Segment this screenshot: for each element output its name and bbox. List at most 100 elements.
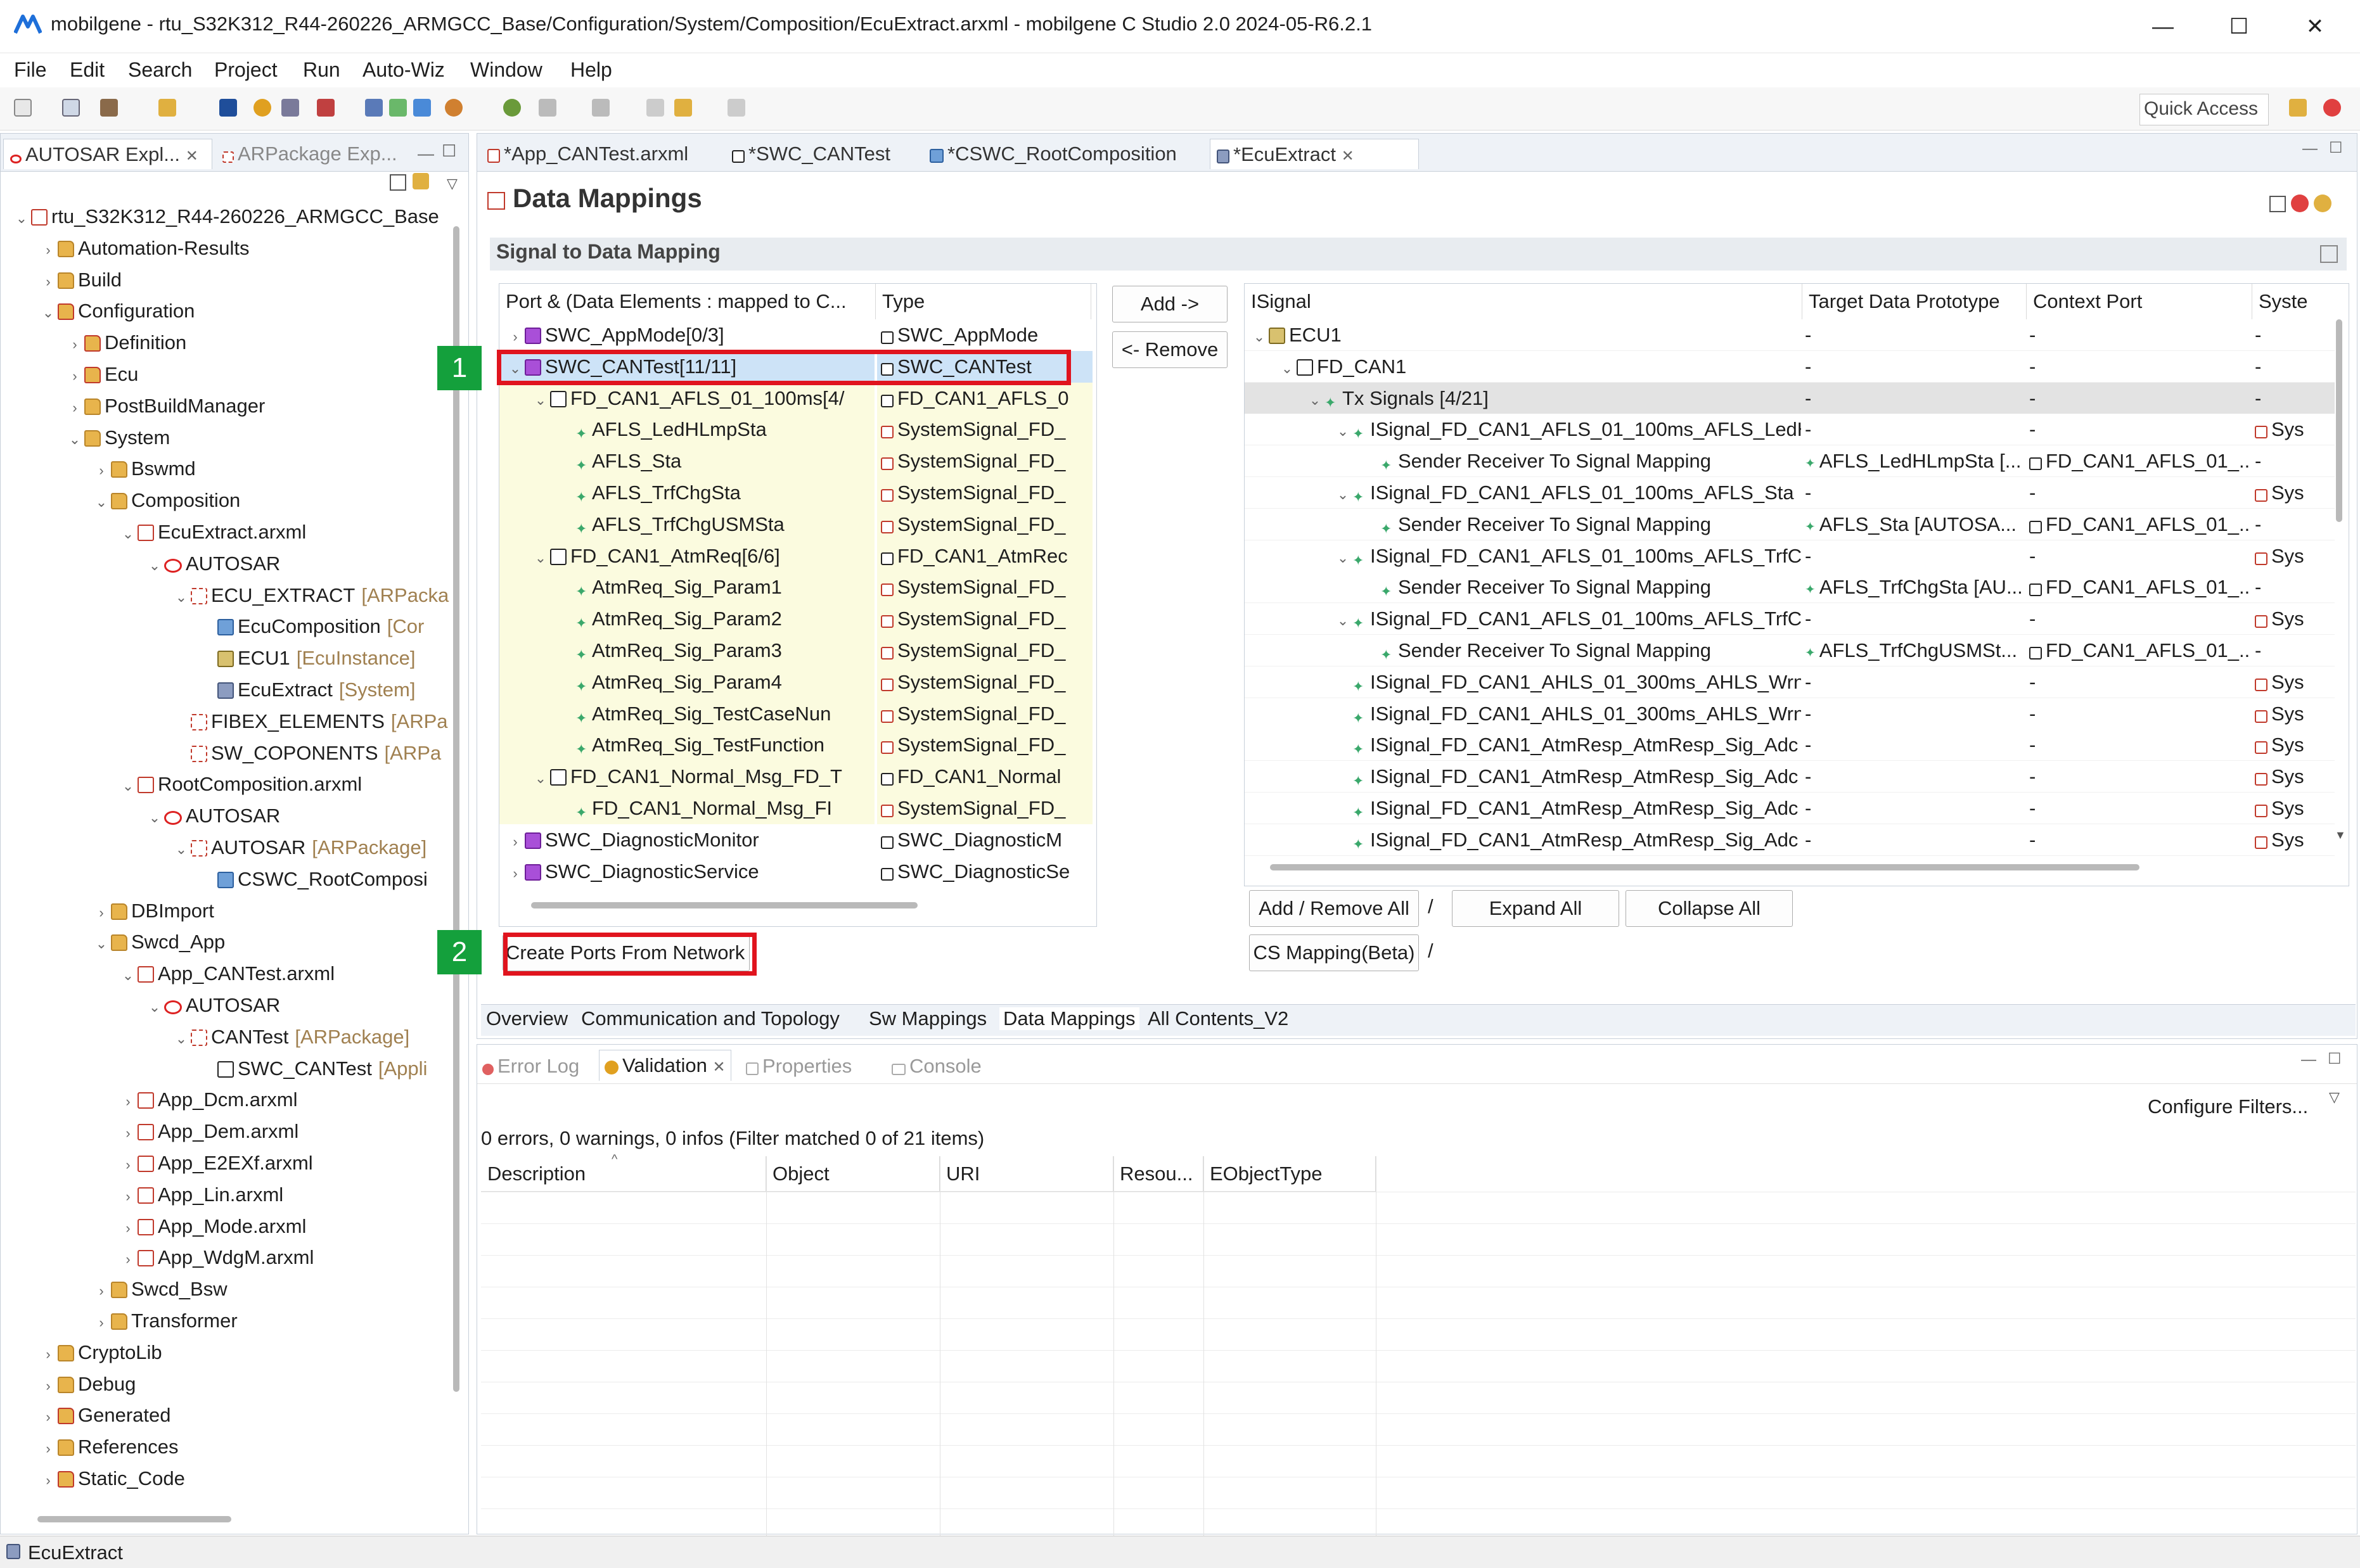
isignal-sys-cell[interactable]: - [2255, 571, 2337, 603]
port-row-type-cell[interactable]: FD_CAN1_Normal [877, 761, 1093, 793]
explorer-tree-item[interactable]: › Generated [39, 1399, 177, 1431]
isignal-name-cell[interactable]: ✦ Sender Receiver To Signal Mapping [1245, 445, 1801, 477]
row-chevron-icon[interactable]: ⌄ [1333, 479, 1352, 509]
collapse-chevron-icon[interactable]: › [119, 1181, 138, 1213]
minimize-button[interactable]: — [2134, 9, 2191, 44]
explorer-tree-item[interactable]: › Build [39, 264, 128, 296]
prev-edit-icon[interactable] [674, 99, 692, 117]
port-row[interactable]: ✦ AtmReq_Sig_Param1 [499, 571, 875, 604]
isignal-name-cell[interactable]: ✦ ISignal_FD_CAN1_AHLS_01_300ms_AHLS_Wrn [1245, 698, 1801, 730]
expand-chevron-icon[interactable]: ⌄ [119, 770, 138, 802]
isignal-name-cell[interactable]: ⌄ ✦ ISignal_FD_CAN1_AFLS_01_100ms_AFLS_Sta [1245, 477, 1801, 509]
isignal-context-cell[interactable]: - [2029, 603, 2251, 635]
explorer-tree-item[interactable]: FIBEX_ELEMENTS [ARPa [172, 706, 448, 737]
row-chevron-icon[interactable]: ⌄ [1278, 353, 1297, 383]
isignal-name-cell[interactable]: ✦ ISignal_FD_CAN1_AtmResp_AtmResp_Sig_Adc [1245, 761, 1801, 793]
row-chevron-icon[interactable]: › [506, 321, 525, 351]
explorer-tree-item[interactable]: › App_Mode.arxml [119, 1211, 312, 1242]
isignal-target-cell[interactable]: ✦ AFLS_TrfChgUSMSt... [1805, 635, 2027, 666]
port-row[interactable]: ✦ AtmReq_Sig_Param4 [499, 666, 875, 698]
help-icon[interactable] [2314, 194, 2331, 212]
validation-view-menu-icon[interactable]: ▽ [2329, 1089, 2340, 1106]
collapse-chevron-icon[interactable]: › [39, 234, 58, 266]
close-tab-icon[interactable]: ✕ [186, 148, 198, 165]
port-row[interactable]: ⌄ FD_CAN1_AtmReq[6/6] [499, 540, 875, 572]
col-header-port[interactable]: Port & (Data Elements : mapped to C... [499, 284, 876, 319]
isignal-context-cell[interactable]: - [2029, 319, 2251, 351]
port-row-type-cell[interactable]: FD_CAN1_AtmRec [877, 540, 1093, 572]
tool3-icon[interactable] [365, 99, 383, 117]
collapse-chevron-icon[interactable]: › [39, 1370, 58, 1402]
explorer-tree-item[interactable]: SWC_CANTest [Appli [198, 1053, 427, 1085]
port-row[interactable]: ✦ AtmReq_Sig_TestFunction [499, 729, 875, 762]
collapse-chevron-icon[interactable]: › [92, 455, 111, 487]
explorer-tree-item[interactable]: SW_COPONENTS [ARPa [172, 737, 441, 769]
expand-chevron-icon[interactable]: ⌄ [119, 518, 138, 550]
nav-icon[interactable] [539, 99, 556, 117]
row-chevron-icon[interactable]: › [506, 858, 525, 888]
isignal-sys-cell[interactable]: Sys [2255, 824, 2337, 856]
row-chevron-icon[interactable]: ⌄ [1250, 321, 1269, 351]
maximize-view-icon[interactable]: ☐ [442, 141, 456, 161]
isignal-target-cell[interactable]: - [1805, 793, 2027, 824]
expand-chevron-icon[interactable]: ⌄ [119, 960, 138, 991]
explorer-tree-item[interactable]: › CryptoLib [39, 1337, 169, 1368]
isignal-context-cell[interactable]: - [2029, 540, 2251, 572]
build-icon[interactable] [100, 99, 118, 117]
expand-all-button[interactable]: Expand All [1452, 890, 1619, 927]
collapse-chevron-icon[interactable]: › [119, 1149, 138, 1181]
explorer-tree-item[interactable]: › DBImport [92, 895, 221, 927]
add-mapping-button[interactable]: Add -> [1112, 286, 1228, 322]
collapse-chevron-icon[interactable]: › [92, 1275, 111, 1307]
maximize-validation-icon[interactable]: ☐ [2328, 1050, 2342, 1068]
port-row-type-cell[interactable]: SystemSignal_FD_ [877, 793, 1093, 824]
explorer-tree-item[interactable]: › PostBuildManager [65, 390, 271, 422]
isignal-sys-cell[interactable]: - [2255, 319, 2337, 351]
isignal-sys-cell[interactable]: - [2255, 383, 2337, 414]
port-row[interactable]: › SWC_DiagnosticService [499, 855, 875, 888]
port-row-type-cell[interactable]: SystemSignal_FD_ [877, 635, 1093, 666]
explorer-tree-item[interactable]: › Transformer [92, 1305, 244, 1337]
explorer-tree-item[interactable]: ⌄ ECU_EXTRACT [ARPacka [172, 580, 449, 611]
port-row[interactable]: ⌄ FD_CAN1_AFLS_01_100ms[4/ [499, 382, 875, 414]
configure-filters-link[interactable]: Configure Filters... [2148, 1095, 2308, 1118]
wizard-icon[interactable] [158, 99, 176, 117]
explorer-tree-item[interactable]: › References [39, 1431, 185, 1463]
perspective-icon[interactable] [2289, 99, 2307, 117]
minimize-editor-icon[interactable]: — [2302, 140, 2318, 158]
explorer-tree-item[interactable]: ⌄ AUTOSAR [145, 548, 286, 580]
port-row-type-cell[interactable]: SWC_DiagnosticM [877, 824, 1093, 856]
menu-run[interactable]: Run [303, 58, 340, 82]
collapse-chevron-icon[interactable]: › [39, 1401, 58, 1433]
tab-error-log[interactable]: Error Log [482, 1055, 579, 1078]
port-row-type-cell[interactable]: SystemSignal_FD_ [877, 729, 1093, 762]
isignal-context-cell[interactable]: - [2029, 761, 2251, 793]
explorer-tree-item[interactable]: ⌄ Composition [92, 485, 247, 516]
collapse-chevron-icon[interactable]: › [119, 1213, 138, 1244]
isignal-context-cell[interactable]: - [2029, 351, 2251, 383]
isignal-sys-cell[interactable]: Sys [2255, 729, 2337, 761]
isignal-target-cell[interactable]: ✦ AFLS_TrfChgSta [AU... [1805, 571, 2027, 603]
isignal-name-cell[interactable]: ⌄ ✦ ISignal_FD_CAN1_AFLS_01_100ms_AFLS_Trf… [1245, 603, 1801, 635]
isignal-context-cell[interactable]: - [2029, 824, 2251, 856]
isignal-name-cell[interactable]: ⌄ ✦ ISignal_FD_CAN1_AFLS_01_100ms_AFLS_Trf… [1245, 540, 1801, 572]
explorer-tree-item[interactable]: ⌄ EcuExtract.arxml [119, 516, 312, 548]
explorer-tree-item[interactable]: CSWC_RootComposi [198, 864, 434, 895]
isignal-name-cell[interactable]: ✦ Sender Receiver To Signal Mapping [1245, 509, 1801, 540]
explorer-tree-item[interactable]: › Definition [65, 327, 193, 359]
explorer-tree-item[interactable]: ⌄ CANTest [ARPackage] [172, 1021, 409, 1053]
isignal-target-cell[interactable]: - [1805, 824, 2027, 856]
link-editor-icon[interactable] [413, 173, 429, 189]
collapse-chevron-icon[interactable]: › [65, 360, 84, 392]
isignal-sys-cell[interactable]: - [2255, 509, 2337, 540]
isignal-target-cell[interactable]: - [1805, 383, 2027, 414]
explorer-tree-item[interactable]: › App_WdgM.arxml [119, 1242, 320, 1273]
explorer-tree-item[interactable]: ECU1 [EcuInstance] [198, 642, 416, 674]
explorer-tree-item[interactable]: › Bswmd [92, 453, 202, 485]
isignal-name-cell[interactable]: ⌄ ✦ Tx Signals [4/21] [1245, 383, 1801, 414]
remove-mapping-button[interactable]: <- Remove [1112, 331, 1228, 368]
isignal-context-cell[interactable]: - [2029, 698, 2251, 730]
isignal-context-cell[interactable]: - [2029, 414, 2251, 445]
collapse-all-icon[interactable] [390, 174, 406, 191]
row-chevron-icon[interactable]: ⌄ [531, 385, 550, 414]
